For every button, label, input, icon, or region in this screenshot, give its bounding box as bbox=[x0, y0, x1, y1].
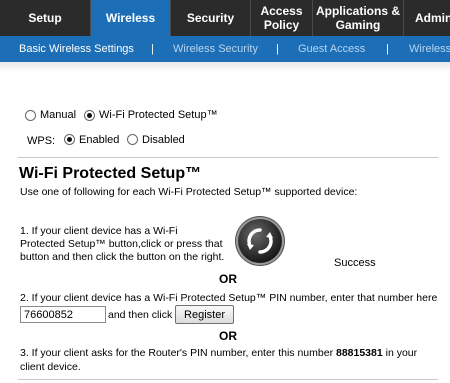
wps-status: Success bbox=[334, 257, 376, 269]
then-click-text: and then click bbox=[108, 309, 173, 321]
method1-line1: 1. If your client device has a Wi-Fi bbox=[20, 225, 178, 237]
wps-enabled-radio[interactable] bbox=[64, 134, 75, 145]
client-pin-input[interactable] bbox=[20, 306, 106, 323]
section-title: Wi-Fi Protected Setup™ bbox=[19, 165, 202, 182]
wps-label: WPS: bbox=[27, 135, 56, 147]
manual-radio[interactable] bbox=[25, 110, 36, 121]
method1-line3: button and then click the button on the … bbox=[20, 251, 225, 263]
manual-label: Manual bbox=[40, 109, 77, 121]
subnav-separator: | bbox=[276, 43, 279, 55]
section-intro: Use one of following for each Wi-Fi Prot… bbox=[20, 186, 358, 198]
or-separator-1: OR bbox=[219, 272, 237, 286]
tab-security[interactable]: Security bbox=[171, 0, 250, 36]
register-button[interactable]: Register bbox=[175, 305, 234, 324]
wps-enabled-label: Enabled bbox=[79, 134, 120, 146]
method2-text: 2. If your client device has a Wi-Fi Pro… bbox=[20, 292, 438, 304]
subnav-wireless-security[interactable]: Wireless Security bbox=[173, 36, 258, 62]
tab-access-policy[interactable]: Access Policy bbox=[251, 0, 312, 36]
divider-bottom bbox=[18, 379, 438, 380]
subnav-basic-wireless-settings[interactable]: Basic Wireless Settings bbox=[19, 36, 134, 62]
sub-nav: Basic Wireless Settings | Wireless Secur… bbox=[0, 36, 450, 62]
subnav-shadow bbox=[0, 62, 450, 72]
subnav-guest-access[interactable]: Guest Access bbox=[298, 36, 365, 62]
wps-mode-label: Wi-Fi Protected Setup™ bbox=[99, 109, 218, 121]
subnav-wireless-mac-filter[interactable]: Wireless bbox=[409, 36, 450, 62]
method3-prefix: 3. If your client asks for the Router's … bbox=[20, 347, 336, 359]
wps-arrows-icon bbox=[247, 228, 273, 254]
method1-line2: Protected Setup™ button,click or press t… bbox=[20, 238, 223, 250]
or-separator-2: OR bbox=[219, 329, 237, 343]
top-nav: Setup Wireless Security Access Policy Ap… bbox=[0, 0, 450, 36]
tab-wireless[interactable]: Wireless bbox=[91, 0, 170, 36]
tab-setup[interactable]: Setup bbox=[0, 0, 90, 36]
method3-line1: 3. If your client asks for the Router's … bbox=[20, 347, 417, 360]
method3-suffix: in your bbox=[382, 347, 418, 359]
wps-disabled-radio[interactable] bbox=[127, 134, 138, 145]
router-pin: 88815381 bbox=[335, 347, 383, 359]
divider bbox=[18, 157, 438, 158]
wps-disabled-label: Disabled bbox=[142, 134, 185, 146]
tab-administration[interactable]: Admin bbox=[404, 0, 450, 36]
method3-line2: client device. bbox=[20, 361, 81, 373]
tab-applications-gaming[interactable]: Applications & Gaming bbox=[313, 0, 403, 36]
wps-mode-radio[interactable] bbox=[84, 110, 95, 121]
subnav-separator: | bbox=[151, 43, 154, 55]
wps-push-button[interactable] bbox=[238, 219, 282, 263]
subnav-separator: | bbox=[386, 43, 389, 55]
